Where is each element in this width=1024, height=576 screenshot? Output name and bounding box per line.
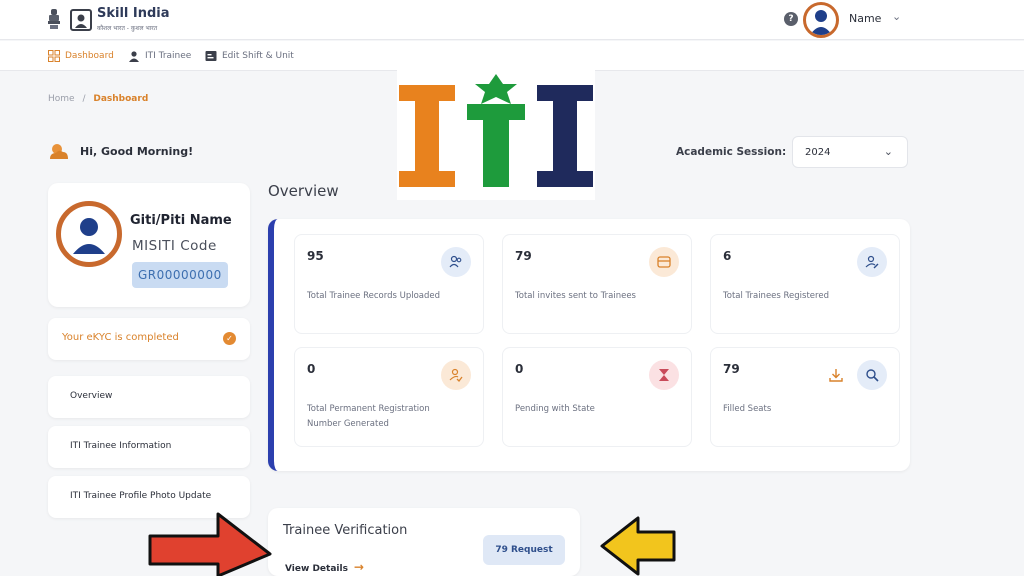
view-details-label: View Details [285,564,348,574]
nav-dashboard[interactable]: Dashboard [48,50,114,62]
greeting: Hi, Good Morning! [48,142,193,160]
profile-code-label: MISITI Code [132,238,217,254]
stat-card-pending: 0 Pending with State [502,347,692,447]
session-value: 2024 [805,147,831,158]
iti-logo-overlay [397,70,595,200]
overview-title: Overview [268,182,339,200]
brand-tagline: कौशल भारत - कुशल भारत [97,25,158,32]
users-icon [441,247,471,277]
chevron-down-icon: ⌄ [883,145,893,158]
help-icon[interactable]: ? [784,12,798,26]
top-bar: Skill India कौशल भारत - कुशल भारत ? Name… [0,0,1024,40]
mail-icon [649,247,679,277]
nav-edit-shift[interactable]: Edit Shift & Unit [205,50,294,62]
brand-title: Skill India [97,6,170,21]
grid-icon [48,50,60,62]
session-label: Academic Session: [676,146,787,158]
nav-iti-trainee[interactable]: ITI Trainee [128,50,191,62]
overview-panel: 95 Total Trainee Records Uploaded 79 Tot… [268,219,910,471]
ekyc-status: Your eKYC is completed ✓ [48,318,250,360]
sidebar-item-label: ITI Trainee Information [70,441,172,451]
arrow-right-icon: → [353,560,364,574]
breadcrumb-home[interactable]: Home [48,94,75,104]
chevron-down-icon[interactable]: ⌄ [892,10,901,23]
user-avatar[interactable] [803,2,839,38]
trainee-icon [129,51,139,62]
sub-navigation: Dashboard ITI Trainee Edit Shift & Unit [0,41,1024,71]
nav-dashboard-label: Dashboard [65,51,114,61]
stat-label: Total invites sent to Trainees [515,291,636,301]
stat-label: Total Trainee Records Uploaded [307,291,441,301]
stat-label: Pending with State [515,404,595,414]
user-name[interactable]: Name [849,12,881,25]
ekyc-text: Your eKYC is completed [62,332,179,343]
session-select[interactable]: 2024 ⌄ [792,136,908,168]
stat-card-filled-seats: 79 Filled Seats [710,347,900,447]
profile-avatar [56,201,122,267]
profile-card: Giti/Piti Name MISITI Code GR00000000 [48,183,250,307]
stat-value: 79 [515,249,532,263]
red-arrow-icon [148,512,272,576]
greeting-text: Hi, Good Morning! [80,144,194,158]
stat-value: 95 [307,249,324,263]
stat-card-records: 95 Total Trainee Records Uploaded [294,234,484,334]
edit-icon [205,51,217,61]
sun-cloud-icon [50,144,68,159]
breadcrumb-separator: / [82,94,86,104]
stat-label: Total Permanent Registration Number Gene… [307,404,430,429]
stat-label: Filled Seats [723,404,772,414]
nav-iti-trainee-label: ITI Trainee [145,51,192,61]
sidebar-item-overview[interactable]: Overview [48,376,250,418]
user-edit-icon [857,247,887,277]
check-icon: ✓ [223,332,236,345]
stat-value: 6 [723,249,732,263]
breadcrumb: Home / Dashboard [48,94,148,104]
national-emblem-icon [48,9,60,29]
download-icon[interactable] [821,360,851,390]
yellow-arrow-icon [600,516,676,576]
profile-id-badge: GR00000000 [132,262,228,288]
breadcrumb-current: Dashboard [93,94,149,104]
iti-logo-graphic [399,74,593,187]
hourglass-icon [649,360,679,390]
stat-card-invites: 79 Total invites sent to Trainees [502,234,692,334]
stat-card-registered: 6 Total Trainees Registered [710,234,900,334]
search-icon[interactable] [857,360,887,390]
stat-card-permanent: 0 Total Permanent Registration Number Ge… [294,347,484,447]
stat-value: 79 [723,362,740,376]
view-details-link[interactable]: View Details → [285,560,364,574]
stat-value: 0 [307,362,316,376]
sidebar-item-label: Overview [70,391,113,401]
sidebar-item-trainee-information[interactable]: ITI Trainee Information [48,426,250,468]
request-count-button[interactable]: 79 Request [483,535,565,565]
sidebar-item-label: ITI Trainee Profile Photo Update [70,491,212,501]
stat-label: Total Trainees Registered [723,291,829,301]
skill-india-logo-icon [70,9,92,31]
verification-title: Trainee Verification [283,523,408,538]
trainee-verification-card: Trainee Verification View Details → 79 Re… [268,508,580,576]
profile-name: Giti/Piti Name [130,213,232,228]
stat-value: 0 [515,362,524,376]
nav-edit-shift-label: Edit Shift & Unit [222,51,294,61]
user-check-icon [441,360,471,390]
